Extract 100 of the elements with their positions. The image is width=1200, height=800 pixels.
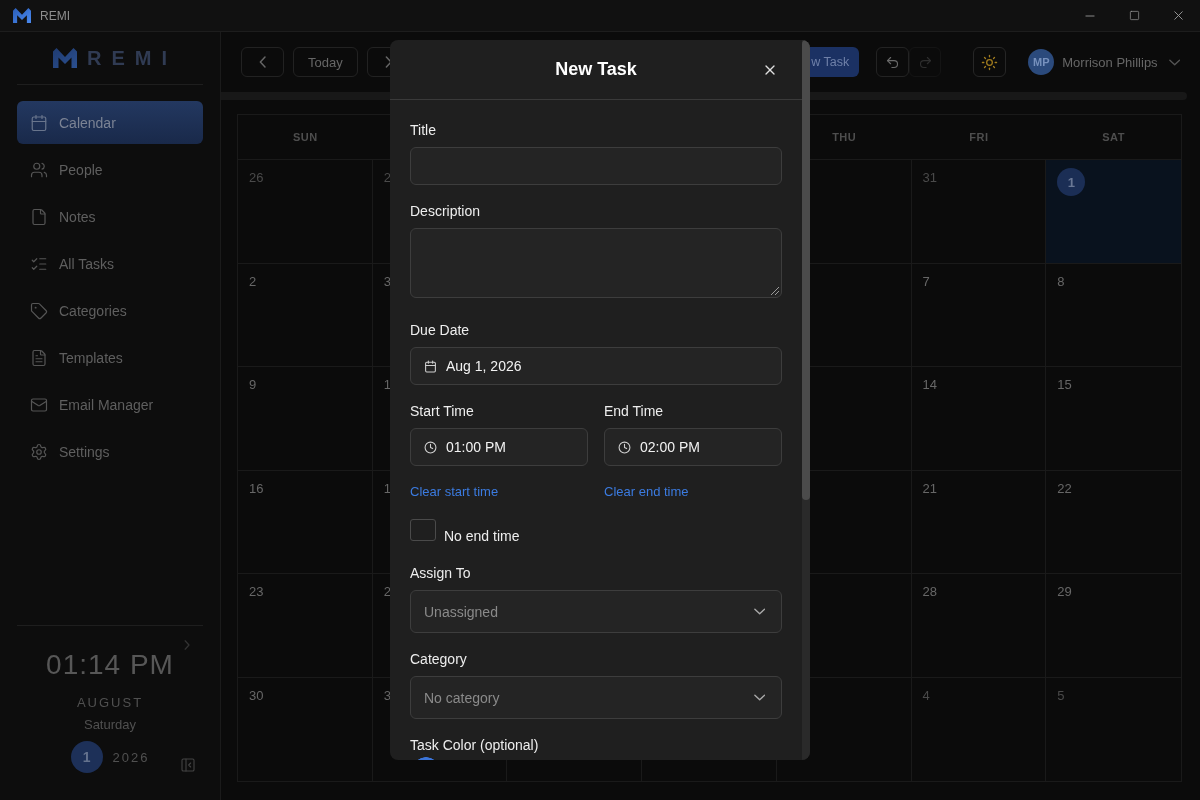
day-number: 3 <box>383 273 391 290</box>
category-select[interactable]: No category <box>410 676 782 719</box>
field-label: End Time <box>604 402 665 420</box>
document-lines-icon <box>30 348 48 367</box>
day-number: 7 <box>922 273 930 290</box>
day-cell[interactable]: 8 <box>1046 263 1181 367</box>
day-badge: 1 <box>70 741 103 773</box>
day-cell[interactable]: 1 <box>1046 160 1181 264</box>
day-cell[interactable]: 29 <box>1046 574 1181 678</box>
field-label: Task Color (optional) <box>410 736 540 754</box>
day-cell[interactable]: 21 <box>911 470 1047 574</box>
panel-collapse-icon[interactable] <box>180 757 196 773</box>
day-number: 2 <box>383 170 391 186</box>
date-field[interactable]: Aug 1, 2026 <box>410 347 782 385</box>
logo-icon <box>13 8 31 23</box>
day-cell[interactable]: 7 <box>911 263 1047 367</box>
envelope-icon <box>30 395 48 414</box>
tag-icon <box>30 301 48 320</box>
previous-button[interactable] <box>241 47 284 77</box>
day-number: 4 <box>922 687 930 704</box>
day-number: 30 <box>249 687 264 704</box>
app-logo-text: REMI <box>87 46 177 70</box>
day-cell[interactable]: 5 <box>1046 677 1181 781</box>
user-avatar[interactable]: MP <box>1028 49 1055 75</box>
day-number: 1 <box>383 377 391 393</box>
title-input[interactable] <box>410 147 782 185</box>
day-number: 23 <box>249 584 264 600</box>
day-cell[interactable]: 28 <box>911 574 1047 678</box>
sidebar-item[interactable]: Categories <box>17 289 203 332</box>
undo-button[interactable] <box>876 47 910 77</box>
chevron-right-icon[interactable] <box>183 640 190 650</box>
day-number: 5 <box>1057 687 1065 704</box>
resize-grip-icon[interactable] <box>771 287 779 295</box>
field-label: Category <box>410 650 468 668</box>
day-number: 16 <box>249 480 264 497</box>
undo-icon <box>885 54 901 70</box>
day-number: 15 <box>1057 377 1072 393</box>
scrollbar-thumb[interactable] <box>802 40 810 500</box>
calendar-icon <box>30 113 48 132</box>
end-time-field[interactable]: 02:00 PM <box>604 428 782 466</box>
weekday-header: THU <box>832 131 857 143</box>
start-time-field[interactable]: 01:00 PM <box>410 428 588 466</box>
day-cell[interactable]: 15 <box>1046 367 1181 471</box>
day-cell[interactable]: 23 <box>238 574 373 678</box>
calendar-icon <box>424 359 437 373</box>
redo-icon <box>917 54 933 70</box>
clear-time-link[interactable]: Clear end time <box>604 484 689 500</box>
today-button[interactable]: Today <box>293 47 358 77</box>
day-number: 21 <box>922 480 938 497</box>
day-number: 22 <box>1057 480 1072 497</box>
clock-time: 01:14 PM <box>46 651 174 679</box>
day-cell[interactable]: 26 <box>238 160 373 264</box>
clear-time-link[interactable]: Clear start time <box>410 484 499 500</box>
day-cell[interactable]: 16 <box>238 470 373 574</box>
chevron-down-icon <box>753 694 765 701</box>
day-cell[interactable]: 2 <box>238 263 373 367</box>
field-label: Title <box>410 121 437 139</box>
app-logo-icon <box>53 47 77 69</box>
chevron-down-icon[interactable] <box>1168 58 1180 66</box>
sidebar-item[interactable]: Email Manager <box>17 383 203 426</box>
sidebar-item[interactable]: Templates <box>17 336 203 379</box>
assignee-select[interactable]: Unassigned <box>410 590 782 633</box>
today-marker: 1 <box>1057 168 1086 196</box>
clock-month: AUGUST <box>76 695 144 711</box>
maximize-icon[interactable] <box>1128 10 1140 21</box>
weekday-header: SAT <box>1102 131 1125 143</box>
day-number: 1 <box>383 480 391 497</box>
chevron-down-icon <box>753 608 765 615</box>
chevron-left-icon <box>258 56 267 68</box>
day-cell[interactable]: 9 <box>238 367 373 471</box>
window-title: REMI <box>40 8 70 23</box>
day-number: 8 <box>1057 273 1065 290</box>
clock-year: 2026 <box>112 749 150 765</box>
sidebar-item[interactable]: Settings <box>17 430 203 473</box>
people-icon <box>30 160 48 179</box>
field-label: Due Date <box>410 321 471 339</box>
day-number: 31 <box>922 170 938 186</box>
day-number: 2 <box>383 584 391 600</box>
day-number: 14 <box>922 377 938 393</box>
day-cell[interactable]: 30 <box>238 677 373 781</box>
day-number: 26 <box>249 170 264 186</box>
weekday-header: FRI <box>969 131 989 143</box>
clock-icon <box>424 440 437 454</box>
theme-toggle-button[interactable] <box>973 47 1007 77</box>
sidebar-item[interactable]: Calendar <box>17 101 203 144</box>
dialog-title: New Task <box>555 59 637 80</box>
user-name[interactable]: Morrison Phillips <box>1062 54 1158 70</box>
color-swatch-icon[interactable] <box>417 757 435 760</box>
day-number: 3 <box>383 687 391 704</box>
sidebar-item[interactable]: Notes <box>17 195 203 238</box>
document-icon <box>30 207 48 226</box>
clock-weekday: Saturday <box>83 717 136 733</box>
day-cell[interactable]: 14 <box>911 367 1047 471</box>
day-cell[interactable]: 4 <box>911 677 1047 781</box>
day-cell[interactable]: 22 <box>1046 470 1181 574</box>
sidebar-item[interactable]: All Tasks <box>17 242 203 285</box>
sidebar-item[interactable]: People <box>17 148 203 191</box>
checkbox[interactable] <box>410 519 436 541</box>
weekday-header: SUN <box>293 131 318 143</box>
day-number: 9 <box>249 377 257 393</box>
